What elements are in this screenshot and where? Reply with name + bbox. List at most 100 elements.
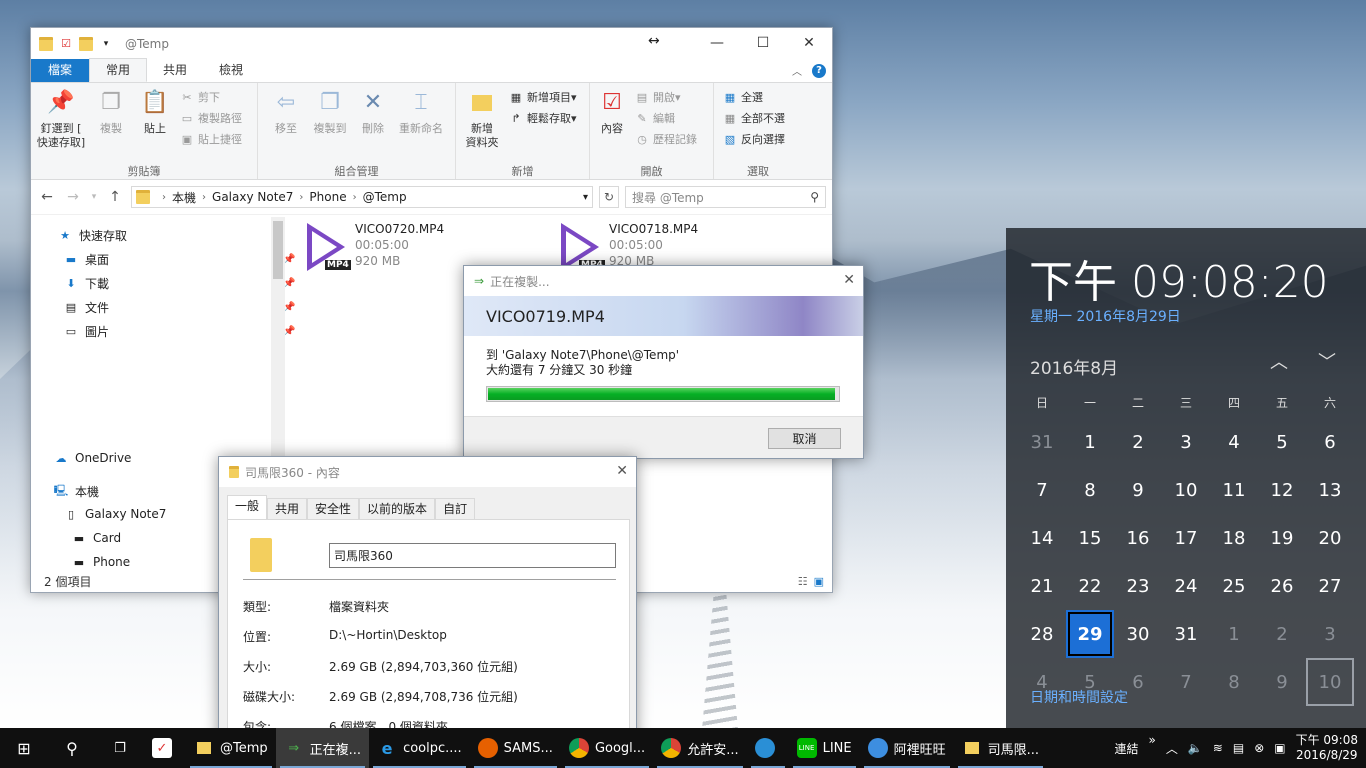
new-folder-button[interactable]: 新增 資料夾 — [460, 87, 504, 163]
chevron-up-icon[interactable]: ︿ — [1166, 740, 1178, 757]
edit-button[interactable]: ✎ 編輯 — [634, 110, 697, 126]
tab-home[interactable]: 常用 — [89, 58, 148, 82]
calendar-day[interactable]: 31 — [1162, 610, 1210, 658]
calendar-day[interactable]: 31 — [1018, 418, 1066, 466]
nav-quick-access[interactable]: ★ 快速存取 — [57, 227, 127, 244]
select-none-button[interactable]: ▦ 全部不選 — [722, 110, 785, 126]
chevron-up-icon[interactable]: ︿ — [1270, 348, 1288, 374]
calendar-day[interactable]: 15 — [1066, 514, 1114, 562]
tab-general[interactable]: 一般 — [227, 495, 268, 519]
chevron-right-icon[interactable]: » — [1148, 733, 1155, 747]
tab-share[interactable]: 共用 — [147, 59, 203, 82]
tab-customize[interactable]: 自訂 — [435, 498, 476, 519]
calendar-day[interactable]: 4 — [1210, 418, 1258, 466]
refresh-button[interactable]: ↻ — [599, 186, 619, 208]
maximize-button[interactable]: ☐ — [740, 28, 786, 58]
calendar-day[interactable]: 12 — [1258, 466, 1306, 514]
close-button[interactable]: ✕ — [843, 272, 855, 288]
calendar-day[interactable]: 9 — [1114, 466, 1162, 514]
properties-dialog[interactable]: 司馬限360 - 內容 ✕ 一般 共用 安全性 以前的版本 自訂 司馬限360 … — [218, 456, 637, 759]
details-view-icon[interactable]: ☷ — [798, 575, 808, 588]
calendar-day[interactable]: 3 — [1306, 610, 1354, 658]
forward-button[interactable]: → — [63, 189, 83, 205]
calendar-day[interactable]: 28 — [1018, 610, 1066, 658]
calendar-day[interactable]: 1 — [1066, 418, 1114, 466]
scroll-thumb[interactable] — [273, 221, 283, 279]
close-button[interactable]: ✕ — [616, 463, 628, 479]
taskbar-properties[interactable]: 司馬限... — [954, 728, 1047, 768]
delete-button[interactable]: ✕ 刪除 — [356, 87, 390, 163]
paste-shortcut-button[interactable]: ▣ 貼上捷徑 — [179, 131, 242, 147]
properties-titlebar[interactable]: 司馬限360 - 內容 ✕ — [219, 457, 636, 487]
tab-view[interactable]: 檢視 — [203, 59, 259, 82]
taskbar-clock[interactable]: 下午 09:08 2016/8/29 — [1296, 733, 1358, 763]
calendar-day[interactable]: 1 — [1210, 610, 1258, 658]
calendar-day[interactable]: 26 — [1258, 562, 1306, 610]
rename-button[interactable]: ⌶ 重新命名 — [394, 87, 448, 163]
calendar-day[interactable]: 10 — [1162, 466, 1210, 514]
calendar-day[interactable]: 30 — [1114, 610, 1162, 658]
taskbar-firefox[interactable]: SAMS... — [470, 728, 561, 768]
chevron-down-icon[interactable]: ﹀ — [1318, 348, 1336, 374]
copy-progress-dialog[interactable]: ⇒ 正在複製... ✕ VICO0719.MP4 到 'Galaxy Note7… — [463, 265, 864, 459]
task-view-button[interactable]: ❐ — [96, 728, 144, 768]
tab-previous-versions[interactable]: 以前的版本 — [359, 498, 436, 519]
calendar-month[interactable]: 2016年8月 — [1030, 354, 1118, 379]
taskbar-copying[interactable]: ⇒ 正在複... — [275, 728, 370, 768]
calendar-day[interactable]: 7 — [1162, 658, 1210, 706]
calendar-day[interactable]: 3 — [1162, 418, 1210, 466]
search-button[interactable]: ⚲ — [48, 728, 96, 768]
taskbar-aliwangwang[interactable]: 阿裡旺旺 — [860, 728, 954, 768]
calendar-day[interactable]: 8 — [1210, 658, 1258, 706]
calendar-day[interactable]: 23 — [1114, 562, 1162, 610]
invert-selection-button[interactable]: ▧ 反向選擇 — [722, 131, 785, 147]
nav-documents[interactable]: ▤ 文件 📌 — [63, 299, 296, 316]
calendar-day-today[interactable]: 29 — [1066, 610, 1114, 658]
calendar-day[interactable]: 9 — [1258, 658, 1306, 706]
taskbar-line[interactable]: LINE LINE — [789, 728, 860, 768]
address-bar[interactable]: › 本機 › Galaxy Note7 › Phone › @Temp ▾ — [131, 186, 593, 208]
close-button[interactable]: ✕ — [786, 28, 832, 58]
new-folder-quick-icon[interactable] — [79, 36, 93, 51]
pin-quick-access-button[interactable]: 📌 釘選到 [ 快速存取] — [35, 87, 87, 163]
wifi-icon[interactable]: ≋ — [1213, 741, 1223, 755]
easy-access-button[interactable]: ↱ 輕鬆存取 ▾ — [508, 110, 576, 126]
taskbar-ie[interactable]: e coolpc.... — [369, 728, 470, 768]
start-button[interactable]: ⊞ — [0, 728, 48, 768]
tab-security[interactable]: 安全性 — [307, 498, 360, 519]
back-button[interactable]: ← — [37, 189, 57, 205]
calendar-day[interactable]: 27 — [1306, 562, 1354, 610]
breadcrumb-phone[interactable]: Phone — [309, 190, 346, 204]
taskbar-chrome-1[interactable]: Googl... — [561, 728, 653, 768]
chevron-up-icon[interactable]: ︿ — [792, 63, 802, 78]
paste-button[interactable]: 📋 貼上 — [135, 87, 175, 163]
calendar-day[interactable]: 17 — [1162, 514, 1210, 562]
taskbar-app-swirl[interactable] — [747, 728, 789, 768]
taskbar-app-pinned[interactable]: ✓ — [144, 728, 186, 768]
nav-phone[interactable]: ▬ Phone — [71, 555, 130, 569]
tiles-view-icon[interactable]: ▣ — [814, 575, 824, 588]
properties-quick-icon[interactable]: ☑ — [59, 37, 73, 51]
nav-downloads[interactable]: ⬇ 下載 📌 — [63, 275, 295, 292]
calendar-day[interactable]: 20 — [1306, 514, 1354, 562]
select-all-button[interactable]: ▦ 全選 — [722, 89, 785, 105]
volume-icon[interactable]: 🔈 — [1188, 741, 1203, 755]
calendar-day[interactable]: 10 — [1306, 658, 1354, 706]
calendar-day[interactable]: 11 — [1210, 466, 1258, 514]
nav-this-pc[interactable]: 🖳 本機 — [53, 483, 99, 500]
nav-device[interactable]: ▯ Galaxy Note7 — [63, 507, 166, 521]
calendar-day[interactable]: 8 — [1066, 466, 1114, 514]
notification-icon[interactable]: ▤ — [1233, 741, 1244, 755]
date-time-settings-link[interactable]: 日期和時間設定 — [1030, 687, 1128, 707]
move-to-button[interactable]: ⇦ 移至 — [268, 87, 304, 163]
calendar-day[interactable]: 2 — [1258, 610, 1306, 658]
calendar-day[interactable]: 24 — [1162, 562, 1210, 610]
copy-button[interactable]: ❐ 複製 — [91, 87, 131, 163]
cancel-button[interactable]: 取消 — [768, 428, 841, 449]
recent-locations-button[interactable]: ▾ — [89, 192, 99, 202]
chevron-down-icon[interactable]: ▾ — [99, 37, 113, 51]
calendar-day[interactable]: 14 — [1018, 514, 1066, 562]
minimize-button[interactable]: — — [694, 28, 740, 58]
new-item-button[interactable]: ▦ 新增項目 ▾ — [508, 89, 577, 105]
taskbar-chrome-2[interactable]: 允許安... — [653, 728, 746, 768]
